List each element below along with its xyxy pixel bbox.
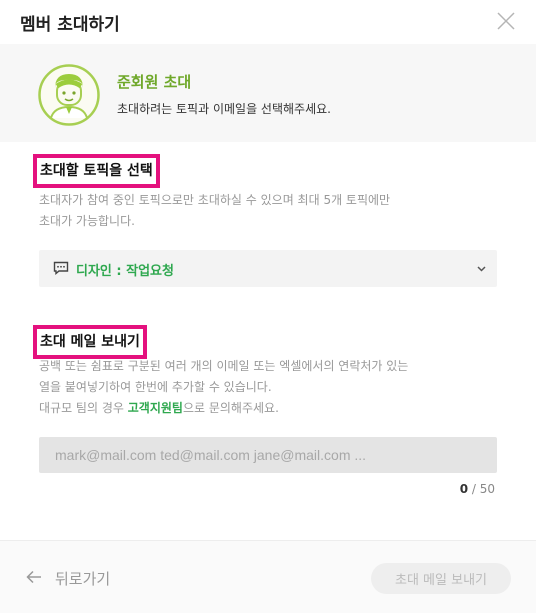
customer-support-link[interactable]: 고객지원팀 bbox=[128, 401, 183, 415]
email-help-line: 대규모 팀의 경우 고객지원팀으로 문의해주세요. bbox=[39, 398, 509, 419]
chat-bubble-icon bbox=[53, 261, 69, 275]
email-count-current: 0 bbox=[459, 482, 469, 496]
back-button-label: 뒤로가기 bbox=[55, 570, 111, 588]
user-avatar-icon bbox=[38, 64, 100, 126]
email-count-max: 50 bbox=[479, 482, 495, 496]
topic-section-title: 초대할 토픽을 선택 bbox=[33, 154, 160, 188]
topic-help-line: 초대가 가능합니다. bbox=[39, 214, 135, 228]
modal-footer: 뒤로가기 초대 메일 보내기 bbox=[0, 540, 536, 613]
modal-header: 멤버 초대하기 bbox=[0, 0, 536, 44]
topic-select-value: 디자인 : 작업요청 bbox=[76, 264, 174, 279]
arrow-left-icon bbox=[26, 570, 41, 584]
email-help-prefix: 대규모 팀의 경우 bbox=[39, 401, 128, 415]
invite-banner: 준회원 초대 초대하려는 토픽과 이메일을 선택해주세요. bbox=[0, 44, 536, 142]
banner-description: 초대하려는 토픽과 이메일을 선택해주세요. bbox=[117, 102, 331, 116]
topic-select[interactable]: 디자인 : 작업요청 bbox=[39, 250, 497, 287]
send-invite-button[interactable]: 초대 메일 보내기 bbox=[371, 563, 511, 594]
email-input[interactable] bbox=[39, 437, 497, 473]
topic-help-text: 초대자가 참여 중인 토픽으로만 초대하실 수 있으며 최대 5개 토픽에만 초… bbox=[39, 190, 509, 232]
chevron-down-icon bbox=[477, 266, 486, 272]
email-count-separator: / bbox=[468, 482, 480, 496]
email-help-line: 공백 또는 쉼표로 구분된 여러 개의 이메일 또는 엑셀에서의 연락처가 있는 bbox=[39, 359, 409, 373]
topic-help-line: 초대자가 참여 중인 토픽으로만 초대하실 수 있으며 최대 5개 토픽에만 bbox=[39, 193, 391, 207]
email-section-title: 초대 메일 보내기 bbox=[33, 325, 147, 359]
email-help-text: 공백 또는 쉼표로 구분된 여러 개의 이메일 또는 엑셀에서의 연락처가 있는… bbox=[39, 356, 509, 419]
banner-title: 준회원 초대 bbox=[117, 73, 192, 91]
close-icon bbox=[497, 12, 515, 30]
email-help-suffix: 으로 문의해주세요. bbox=[182, 401, 279, 415]
email-help-line: 열을 붙여넣기하여 한번에 추가할 수 있습니다. bbox=[39, 380, 272, 394]
modal-title: 멤버 초대하기 bbox=[20, 15, 120, 35]
email-counter: 0 / 50 bbox=[430, 482, 495, 496]
close-button[interactable] bbox=[494, 9, 518, 33]
